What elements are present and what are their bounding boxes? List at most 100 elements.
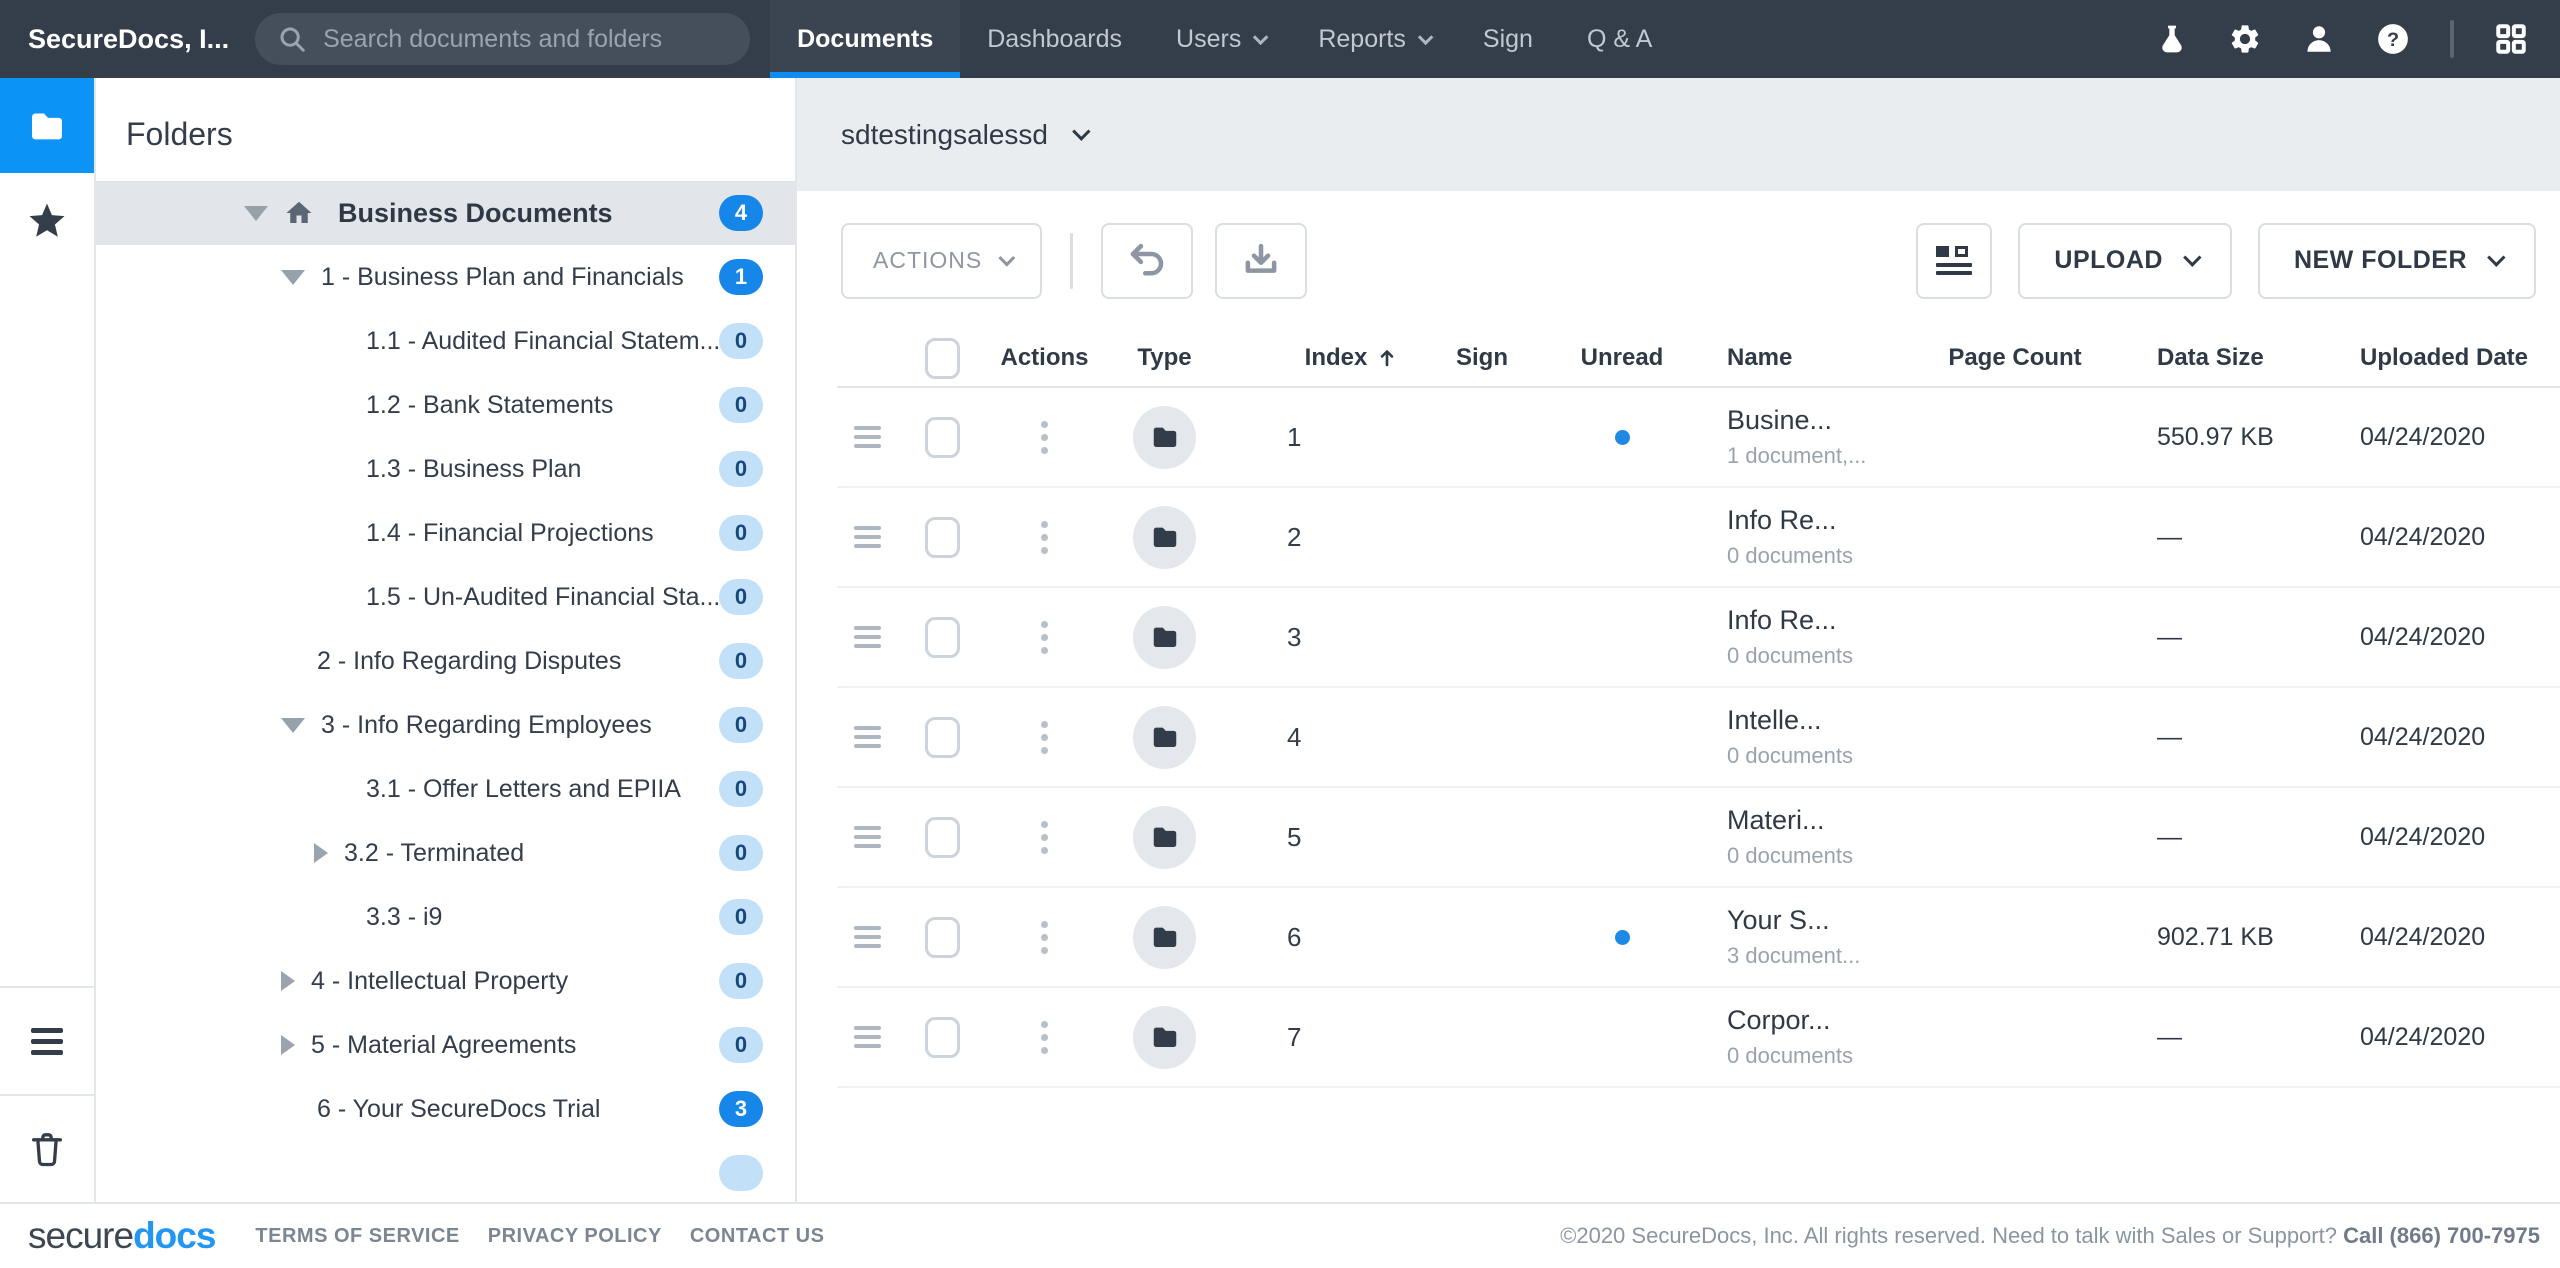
tree-item-1-5-unaudited-financial[interactable]: 1.5 - Un-Audited Financial Sta... 0 — [96, 565, 795, 629]
column-header-sign[interactable]: Sign — [1417, 344, 1547, 372]
sort-ascending-icon — [1375, 346, 1399, 370]
drag-handle[interactable] — [854, 721, 881, 753]
expand-triangle-icon[interactable] — [281, 1035, 295, 1055]
undo-button[interactable] — [1101, 223, 1193, 299]
table-row[interactable]: 5 Materi...0 documents — 04/24/2020 — [837, 788, 2560, 888]
tree-item-partially-visible[interactable] — [96, 1141, 795, 1202]
row-actions-kebab-icon[interactable] — [1041, 521, 1048, 554]
row-checkbox[interactable] — [925, 817, 960, 858]
lab-flask-icon[interactable] — [2156, 23, 2188, 55]
tree-item-1-4-financial-projections[interactable]: 1.4 - Financial Projections 0 — [96, 501, 795, 565]
row-name[interactable]: Materi...0 documents — [1697, 805, 1915, 869]
table-row[interactable]: 6 Your S...3 document... 902.71 KB 04/24… — [837, 888, 2560, 988]
drag-handle[interactable] — [854, 521, 881, 553]
tree-item-3-3-i9[interactable]: 3.3 - i9 0 — [96, 885, 795, 949]
tree-item-3-2-terminated[interactable]: 3.2 - Terminated 0 — [96, 821, 795, 885]
tree-item-1-1-audited-financial[interactable]: 1.1 - Audited Financial Statem... 0 — [96, 309, 795, 373]
folder-tree: Business Documents 4 1 - Business Plan a… — [96, 181, 795, 1202]
tree-item-business-documents[interactable]: Business Documents 4 — [96, 181, 795, 245]
help-icon[interactable]: ? — [2376, 22, 2410, 56]
download-button[interactable] — [1215, 223, 1307, 299]
row-name[interactable]: Corpor...0 documents — [1697, 1005, 1915, 1069]
column-header-type[interactable]: Type — [1102, 344, 1227, 372]
rail-index-list-button[interactable] — [0, 986, 94, 1094]
row-actions-kebab-icon[interactable] — [1041, 921, 1048, 954]
rail-folders-button[interactable] — [0, 78, 94, 173]
tree-item-5-material-agreements[interactable]: 5 - Material Agreements 0 — [96, 1013, 795, 1077]
row-actions-kebab-icon[interactable] — [1041, 621, 1048, 654]
tab-documents[interactable]: Documents — [770, 0, 960, 78]
row-checkbox[interactable] — [925, 517, 960, 558]
row-checkbox[interactable] — [925, 417, 960, 458]
table-row[interactable]: 4 Intelle...0 documents — 04/24/2020 — [837, 688, 2560, 788]
user-profile-icon[interactable] — [2302, 22, 2336, 56]
column-header-uploaded-date[interactable]: Uploaded Date — [2315, 344, 2560, 372]
row-checkbox[interactable] — [925, 1017, 960, 1058]
column-header-actions[interactable]: Actions — [987, 344, 1102, 372]
row-actions-kebab-icon[interactable] — [1041, 1021, 1048, 1054]
tree-item-6-securedocs-trial[interactable]: 6 - Your SecureDocs Trial 3 — [96, 1077, 795, 1141]
row-actions-kebab-icon[interactable] — [1041, 721, 1048, 754]
tree-item-2-info-disputes[interactable]: 2 - Info Regarding Disputes 0 — [96, 629, 795, 693]
table-row[interactable]: 3 Info Re...0 documents — 04/24/2020 — [837, 588, 2560, 688]
app-grid-icon[interactable] — [2494, 22, 2528, 56]
column-header-page-count[interactable]: Page Count — [1915, 344, 2115, 372]
drag-handle[interactable] — [854, 1021, 881, 1053]
row-name[interactable]: Intelle...0 documents — [1697, 705, 1915, 769]
folder-type-icon — [1133, 1006, 1196, 1069]
row-name[interactable]: Info Re...0 documents — [1697, 605, 1915, 669]
tree-item-1-business-plan[interactable]: 1 - Business Plan and Financials 1 — [96, 245, 795, 309]
column-header-unread[interactable]: Unread — [1547, 344, 1697, 372]
collapse-triangle-icon[interactable] — [244, 206, 268, 221]
tree-item-1-3-business-plan[interactable]: 1.3 - Business Plan 0 — [96, 437, 795, 501]
card-view-toggle-button[interactable] — [1916, 223, 1992, 299]
drag-handle[interactable] — [854, 921, 881, 953]
row-checkbox[interactable] — [925, 917, 960, 958]
row-name[interactable]: Info Re...0 documents — [1697, 505, 1915, 569]
expand-triangle-icon[interactable] — [314, 843, 328, 863]
tab-qa[interactable]: Q & A — [1560, 0, 1679, 78]
collapse-triangle-icon[interactable] — [281, 718, 305, 733]
actions-dropdown-button[interactable]: ACTIONS — [841, 223, 1042, 299]
workspace-selector[interactable]: sdtestingsalessd — [841, 119, 1085, 151]
row-actions-kebab-icon[interactable] — [1041, 421, 1048, 454]
row-uploaded-date: 04/24/2020 — [2315, 823, 2560, 852]
column-header-name[interactable]: Name — [1697, 344, 1915, 372]
table-row[interactable]: 7 Corpor...0 documents — 04/24/2020 — [837, 988, 2560, 1088]
new-folder-dropdown-button[interactable]: NEW FOLDER — [2258, 223, 2536, 299]
tree-item-3-1-offer-letters[interactable]: 3.1 - Offer Letters and EPIIA 0 — [96, 757, 795, 821]
expand-triangle-icon[interactable] — [281, 971, 295, 991]
row-checkbox[interactable] — [925, 617, 960, 658]
tab-dashboards[interactable]: Dashboards — [960, 0, 1149, 78]
tree-item-1-2-bank-statements[interactable]: 1.2 - Bank Statements 0 — [96, 373, 795, 437]
row-name[interactable]: Busine...1 document,... — [1697, 405, 1915, 469]
privacy-policy-link[interactable]: PRIVACY POLICY — [488, 1225, 662, 1248]
tree-item-3-info-employees[interactable]: 3 - Info Regarding Employees 0 — [96, 693, 795, 757]
folder-count-badge: 0 — [719, 451, 763, 487]
row-checkbox[interactable] — [925, 717, 960, 758]
row-actions-kebab-icon[interactable] — [1041, 821, 1048, 854]
select-all-checkbox[interactable] — [925, 338, 960, 379]
drag-handle[interactable] — [854, 821, 881, 853]
collapse-triangle-icon[interactable] — [281, 270, 305, 285]
row-name[interactable]: Your S...3 document... — [1697, 905, 1915, 969]
tab-users[interactable]: Users — [1149, 0, 1291, 78]
table-row[interactable]: 1 Busine...1 document,... 550.97 KB 04/2… — [837, 388, 2560, 488]
tab-reports[interactable]: Reports — [1291, 0, 1456, 78]
terms-of-service-link[interactable]: TERMS OF SERVICE — [255, 1225, 459, 1248]
column-header-data-size[interactable]: Data Size — [2115, 344, 2315, 372]
global-search[interactable] — [255, 13, 750, 65]
table-row[interactable]: 2 Info Re...0 documents — 04/24/2020 — [837, 488, 2560, 588]
tree-item-4-intellectual-property[interactable]: 4 - Intellectual Property 0 — [96, 949, 795, 1013]
row-index: 3 — [1227, 622, 1417, 653]
column-header-index[interactable]: Index — [1227, 344, 1417, 372]
drag-handle[interactable] — [854, 421, 881, 453]
drag-handle[interactable] — [854, 621, 881, 653]
rail-favorites-button[interactable] — [0, 173, 94, 268]
rail-trash-button[interactable] — [0, 1094, 94, 1202]
settings-gear-icon[interactable] — [2228, 22, 2262, 56]
tab-sign[interactable]: Sign — [1456, 0, 1560, 78]
search-input[interactable] — [323, 25, 723, 54]
upload-dropdown-button[interactable]: UPLOAD — [2018, 223, 2232, 299]
contact-us-link[interactable]: CONTACT US — [690, 1225, 825, 1248]
